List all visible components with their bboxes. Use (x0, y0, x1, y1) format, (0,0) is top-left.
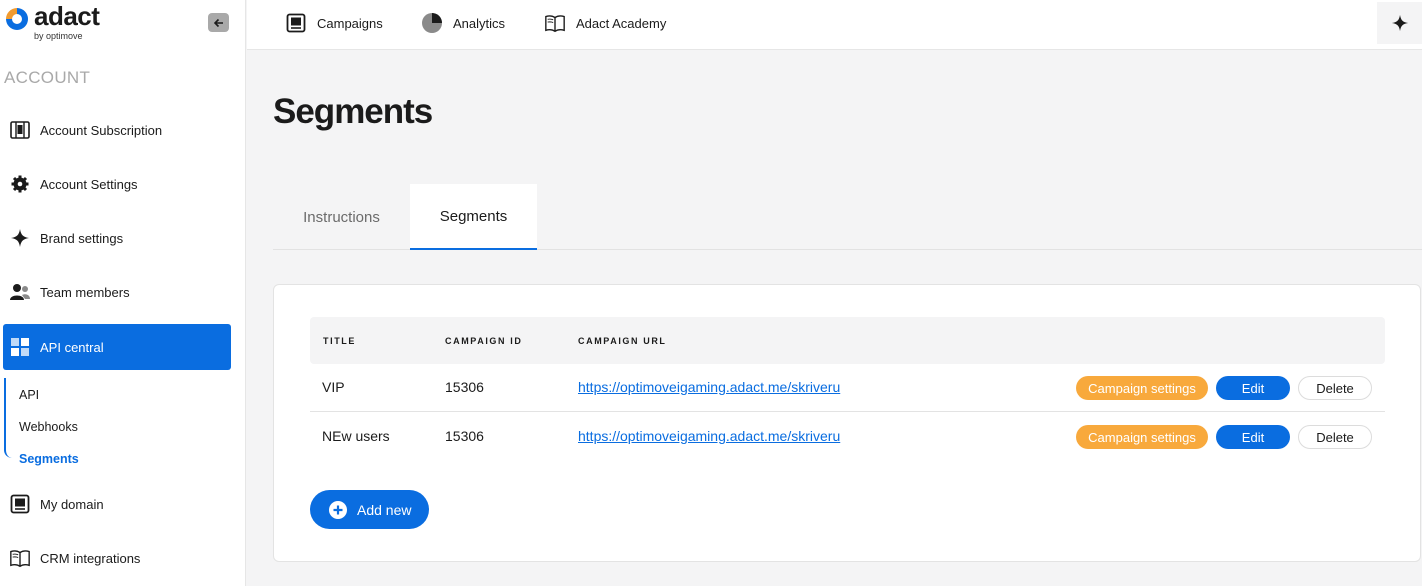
plus-circle-icon (328, 500, 348, 520)
topnav-adact-academy[interactable]: Adact Academy (544, 0, 666, 46)
column-header-campaign-id: CAMPAIGN ID (445, 336, 523, 346)
arrow-left-icon (213, 18, 223, 27)
grid-icon (9, 336, 31, 358)
subnav-item-webhooks[interactable]: Webhooks (19, 420, 78, 434)
sidebar-section-title: ACCOUNT (4, 68, 91, 87)
campaign-id: 15306 (445, 379, 484, 395)
gear-icon (9, 173, 31, 195)
topnav-analytics[interactable]: Analytics (421, 0, 505, 46)
domain-icon (9, 493, 31, 515)
subscription-icon (9, 119, 31, 141)
topnav-label: Adact Academy (576, 15, 667, 31)
subnav-item-api[interactable]: API (19, 388, 39, 402)
tab-segments[interactable]: Segments (410, 184, 537, 250)
sidebar: adact by optimove ACCOUNT Account Subscr… (0, 0, 246, 586)
topnav-label: Campaigns (317, 15, 383, 31)
ai-assistant-button[interactable] (1377, 2, 1422, 44)
sidebar-item-crm-integrations[interactable]: CRM integrations (3, 535, 231, 581)
edit-button[interactable]: Edit (1216, 425, 1290, 449)
delete-button[interactable]: Delete (1298, 376, 1372, 400)
sidebar-item-account-settings[interactable]: Account Settings (3, 161, 231, 207)
edit-button[interactable]: Edit (1216, 376, 1290, 400)
column-header-campaign-url: CAMPAIGN URL (578, 336, 667, 346)
sidebar-item-label: Brand settings (40, 230, 124, 246)
segments-card: TITLE CAMPAIGN ID CAMPAIGN URL VIP 15306… (273, 284, 1421, 562)
page-tabs: Instructions Segments (273, 184, 1422, 250)
sidebar-item-label: Account Settings (40, 176, 138, 192)
add-new-button[interactable]: Add new (310, 490, 429, 529)
table-row: VIP 15306 https://optimoveigaming.adact.… (310, 364, 1385, 412)
topnav-label: Analytics (453, 15, 506, 31)
sidebar-item-my-domain[interactable]: My domain (3, 481, 231, 527)
campaign-settings-button[interactable]: Campaign settings (1076, 425, 1208, 449)
column-header-title: TITLE (323, 336, 356, 346)
campaign-url-link[interactable]: https://optimoveigaming.adact.me/skriver… (578, 379, 840, 395)
team-icon (9, 281, 31, 303)
brand-byline: by optimove (34, 31, 83, 41)
api-central-subnav: API Webhooks Segments (4, 378, 224, 466)
delete-button[interactable]: Delete (1298, 425, 1372, 449)
sidebar-item-label: Account Subscription (40, 122, 163, 138)
book-icon (544, 12, 566, 34)
campaign-id: 15306 (445, 428, 484, 444)
table-header: TITLE CAMPAIGN ID CAMPAIGN URL (310, 317, 1385, 364)
sidebar-item-label: CRM integrations (40, 550, 141, 566)
add-new-label: Add new (357, 501, 412, 518)
page-title: Segments (273, 92, 433, 131)
book-icon (9, 547, 31, 569)
brand-logo[interactable]: adact by optimove (4, 1, 114, 44)
pie-chart-icon (421, 12, 443, 34)
campaign-url-link[interactable]: https://optimoveigaming.adact.me/skriver… (578, 428, 840, 444)
subnav-item-segments[interactable]: Segments (19, 452, 79, 466)
sidebar-item-label: Team members (40, 284, 130, 300)
segment-title: VIP (322, 379, 345, 395)
sidebar-item-label: API central (40, 339, 104, 355)
sidebar-item-brand-settings[interactable]: Brand settings (3, 215, 231, 261)
sparkle-icon (1391, 14, 1408, 32)
segment-title: NEw users (322, 428, 390, 444)
tab-instructions[interactable]: Instructions (273, 184, 410, 250)
sidebar-item-team-members[interactable]: Team members (3, 269, 231, 315)
brand-name: adact (34, 1, 100, 31)
sidebar-item-label: My domain (40, 496, 104, 512)
sparkle-icon (9, 227, 31, 249)
collapse-sidebar-button[interactable] (208, 13, 229, 32)
adact-logo-icon (6, 8, 28, 30)
campaigns-icon (285, 12, 307, 34)
sidebar-item-account-subscription[interactable]: Account Subscription (3, 107, 231, 153)
table-row: NEw users 15306 https://optimoveigaming.… (310, 413, 1385, 461)
campaign-settings-button[interactable]: Campaign settings (1076, 376, 1208, 400)
top-navigation: Campaigns Analytics Adact Academy (247, 0, 1422, 50)
topnav-campaigns[interactable]: Campaigns (285, 0, 383, 46)
sidebar-item-api-central[interactable]: API central (3, 324, 231, 370)
